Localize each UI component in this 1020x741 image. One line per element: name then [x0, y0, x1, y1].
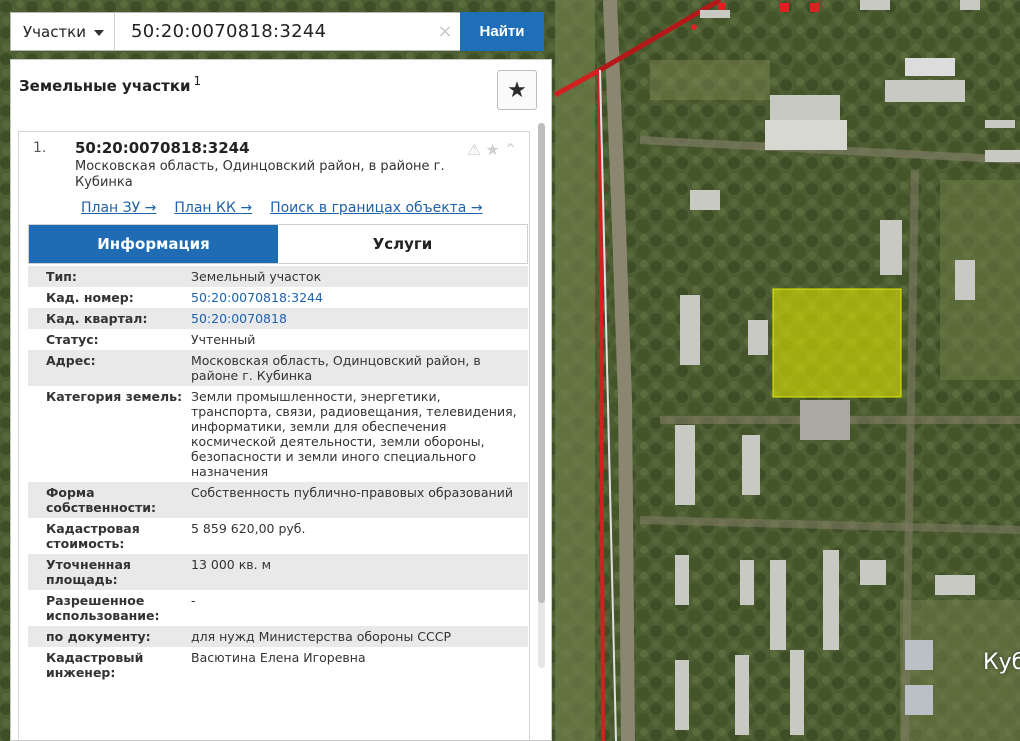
- panel-scrollbar[interactable]: [538, 123, 545, 668]
- scrollbar-thumb[interactable]: [538, 123, 545, 603]
- find-button[interactable]: Найти: [460, 12, 544, 51]
- property-key: Форма собственности:: [46, 485, 157, 515]
- property-row: Кадастровый инженер: Васютина Елена Игоре…: [28, 647, 528, 683]
- property-value: -: [191, 593, 196, 608]
- panel-title: Земельные участки 1: [19, 74, 201, 95]
- property-row: Категория земель: Земли промышленности, э…: [28, 386, 528, 482]
- tab-information[interactable]: Информация: [29, 225, 278, 263]
- property-value: Земли промышленности, энергетики, трансп…: [191, 389, 517, 479]
- search-bar: Участки 50:20:0070818:3244 × Найти: [10, 12, 544, 51]
- collapse-icon[interactable]: ⌃: [504, 140, 517, 159]
- map-place-label: Куб: [983, 650, 1020, 675]
- result-number: 1.: [33, 140, 47, 156]
- property-key: Разрешенное использование:: [46, 593, 160, 623]
- search-input[interactable]: 50:20:0070818:3244: [115, 13, 430, 50]
- star-icon: ★: [507, 77, 527, 103]
- property-row: Кадастровая стоимость: 5 859 620,00 руб.: [28, 518, 528, 554]
- result-links: План ЗУ → План КК → Поиск в границах объ…: [81, 200, 483, 216]
- property-key: Адрес:: [46, 353, 96, 368]
- result-actions: ⚠ ★ ⌃: [467, 140, 517, 159]
- property-value: Васютина Елена Игоревна: [191, 650, 366, 665]
- search-scope-dropdown[interactable]: Участки: [11, 13, 115, 50]
- property-value: Московская область, Одинцовский район, в…: [191, 353, 481, 383]
- property-row: по документу: для нужд Министерства оборо…: [28, 626, 528, 647]
- property-value-link[interactable]: 50:20:0070818:3244: [191, 290, 528, 305]
- result-tabs: Информация Услуги: [28, 224, 528, 264]
- property-value: Учтенный: [191, 332, 256, 347]
- property-key: Тип:: [46, 269, 77, 284]
- property-key: Кадастровая стоимость:: [46, 521, 140, 551]
- clear-icon[interactable]: ×: [430, 13, 460, 50]
- property-value: для нужд Министерства обороны СССР: [191, 629, 452, 644]
- property-value: Собственность публично-правовых образова…: [191, 485, 513, 500]
- search-scope-label: Участки: [23, 22, 86, 41]
- property-row: Адрес: Московская область, Одинцовский ра…: [28, 350, 528, 386]
- property-row: Кад. номер: 50:20:0070818:3244: [28, 287, 528, 308]
- property-row: Форма собственности: Собственность публич…: [28, 482, 528, 518]
- result-cadastral-number[interactable]: 50:20:0070818:3244: [75, 139, 250, 157]
- star-icon[interactable]: ★: [485, 140, 499, 159]
- result-count: 1: [193, 74, 202, 88]
- warning-icon[interactable]: ⚠: [467, 140, 481, 159]
- tab-services[interactable]: Услуги: [278, 225, 527, 263]
- property-key: Уточненная площадь:: [46, 557, 131, 587]
- property-key: Кад. номер:: [46, 290, 134, 305]
- plan-kk-link[interactable]: План КК →: [174, 200, 252, 216]
- property-row: Разрешенное использование: -: [28, 590, 528, 626]
- property-key: Категория земель:: [46, 389, 183, 404]
- property-row: Статус: Учтенный: [28, 329, 528, 350]
- results-panel: Земельные участки 1 ★ 1. 50:20:0070818:32…: [10, 59, 552, 741]
- property-key: Кадастровый инженер:: [46, 650, 144, 680]
- panel-title-text: Земельные участки: [19, 77, 191, 95]
- property-value-link[interactable]: 50:20:0070818: [191, 311, 528, 326]
- favorite-button[interactable]: ★: [497, 70, 537, 110]
- property-value: Земельный участок: [191, 269, 322, 284]
- property-row: Уточненная площадь: 13 000 кв. м: [28, 554, 528, 590]
- property-row: Тип: Земельный участок: [28, 266, 528, 287]
- parcel-highlight: [772, 288, 902, 398]
- plan-zu-link[interactable]: План ЗУ →: [81, 200, 156, 216]
- property-key: по документу:: [46, 629, 151, 644]
- caret-down-icon: [94, 29, 104, 36]
- property-value: 13 000 кв. м: [191, 557, 272, 572]
- property-table: Тип: Земельный участок Кад. номер: 50:20:0…: [28, 266, 528, 683]
- property-row: Кад. квартал: 50:20:0070818: [28, 308, 528, 329]
- property-key: Кад. квартал:: [46, 311, 148, 326]
- property-value: 5 859 620,00 руб.: [191, 521, 306, 536]
- property-key: Статус:: [46, 332, 99, 347]
- result-card: 1. 50:20:0070818:3244 Московская область…: [18, 131, 530, 740]
- search-in-bounds-link[interactable]: Поиск в границах объекта →: [270, 200, 483, 216]
- result-address: Московская область, Одинцовский район, в…: [75, 159, 445, 190]
